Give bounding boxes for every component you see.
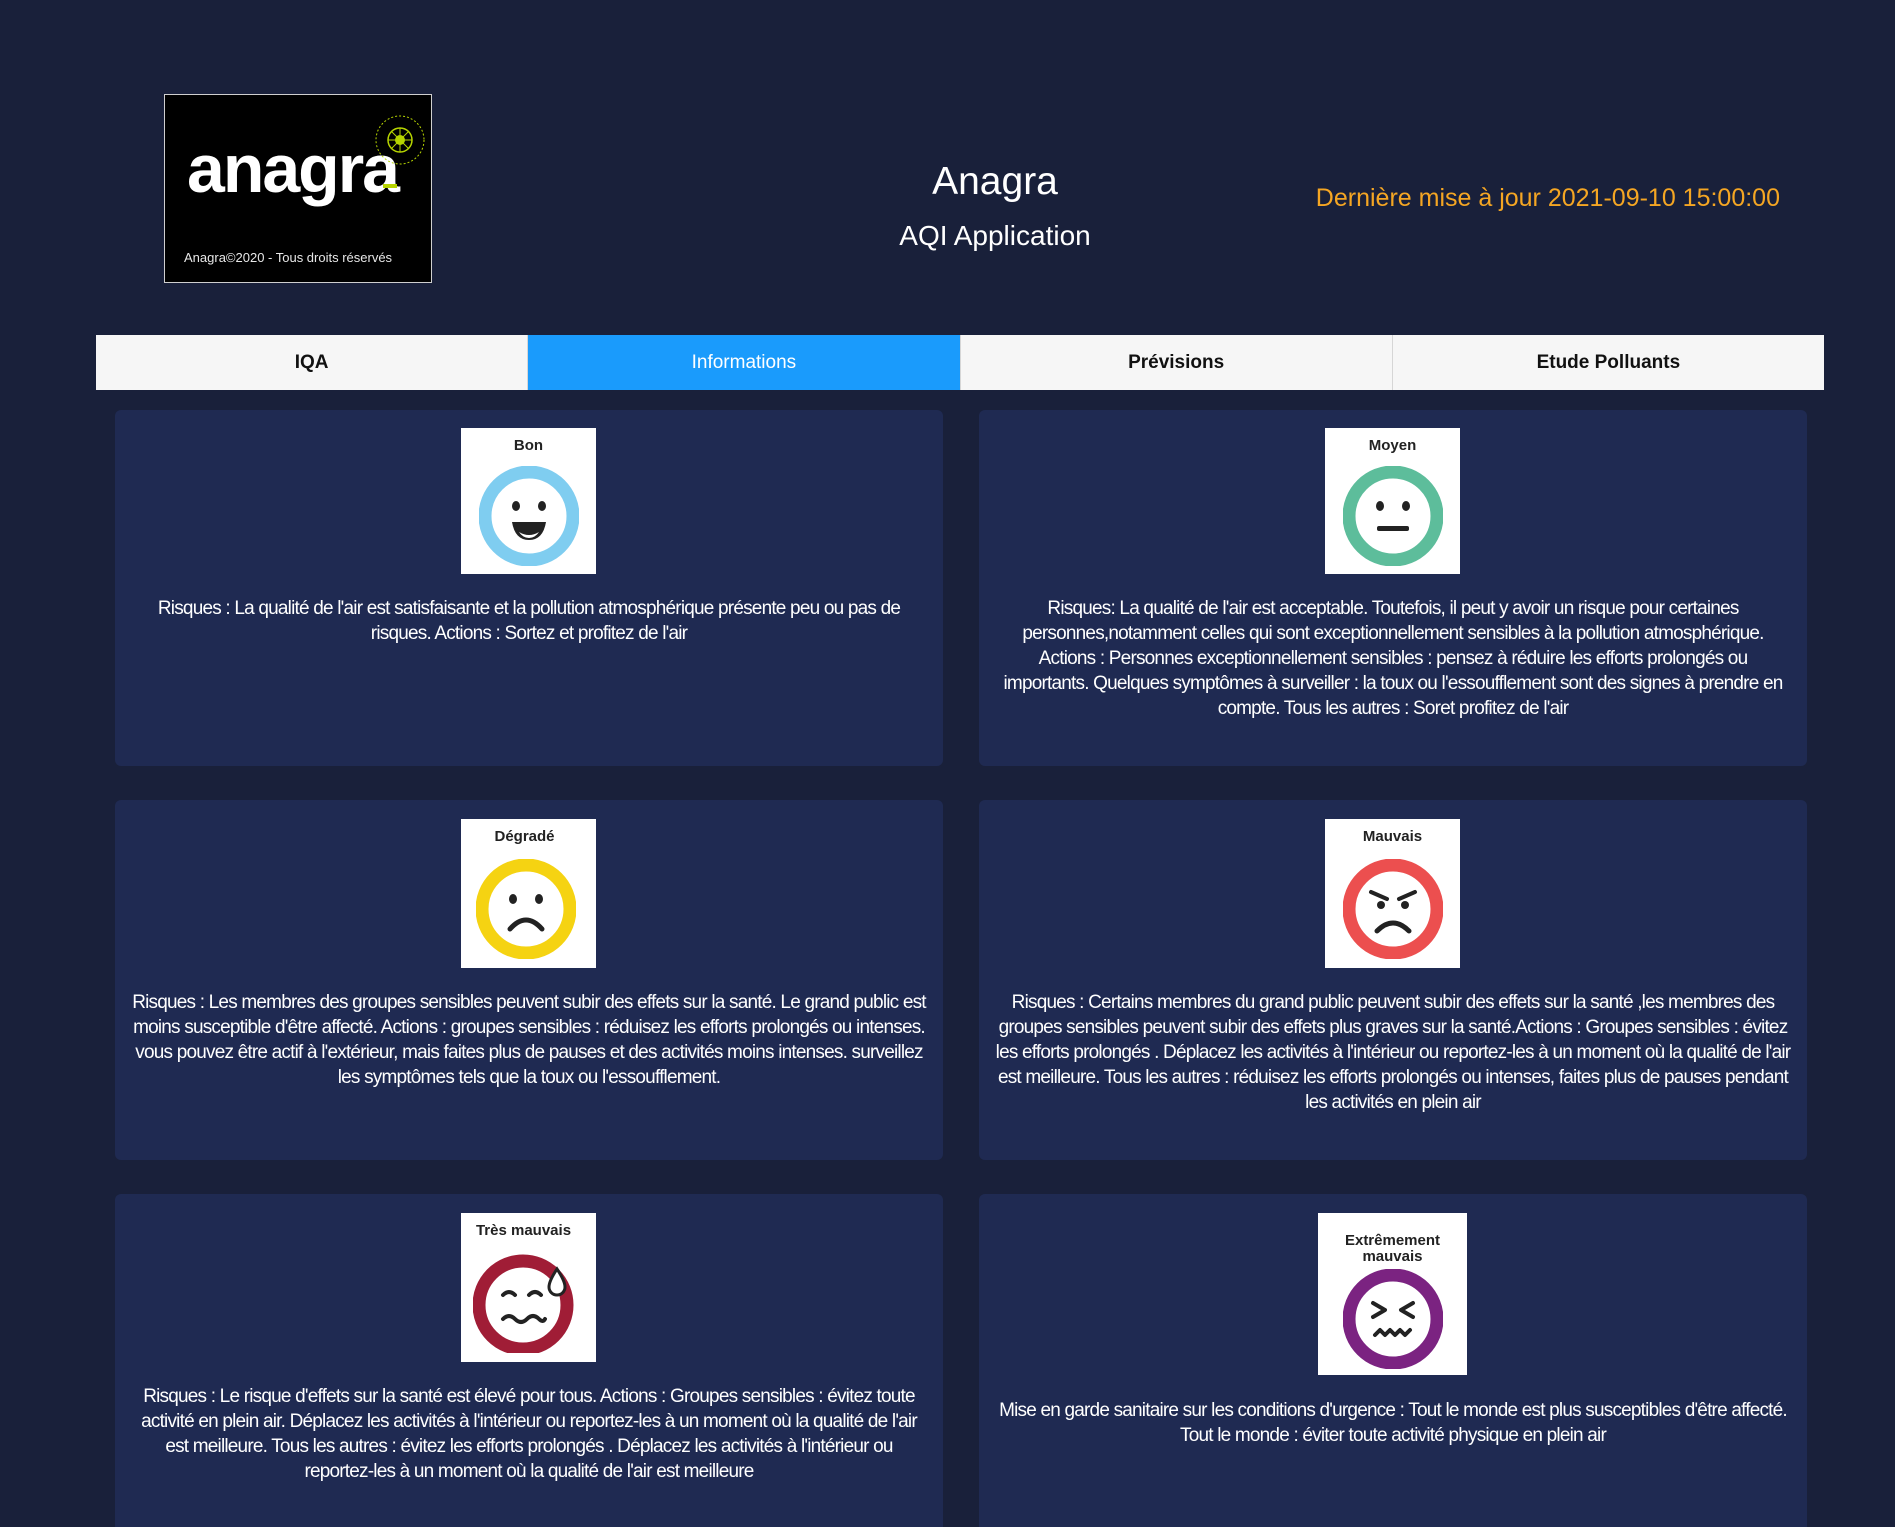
aqi-card-degrade: Dégradé Risques : Les membres des groupe… — [115, 800, 943, 1160]
tab-iqa[interactable]: IQA — [96, 335, 529, 390]
aqi-level-label: Extrêmement mauvais — [1344, 1232, 1441, 1265]
aqi-card-bon: Bon Risques : La qualité de l'air est sa… — [115, 410, 943, 766]
aqi-icon-extremement-mauvais: Extrêmement mauvais — [1318, 1213, 1467, 1375]
aqi-icon-moyen: Moyen — [1325, 428, 1460, 574]
app-header: anagra Anagra©2020 - Tous droits réservé… — [0, 0, 1895, 330]
frowning-face-icon — [475, 859, 576, 959]
logo-copyright: Anagra©2020 - Tous droits réservés — [184, 250, 393, 265]
logo-accent-dash — [383, 184, 397, 188]
aqi-card-tres-mauvais: Très mauvais Risques : Le risque d'effet… — [115, 1194, 943, 1527]
aqi-icon-mauvais: Mauvais — [1325, 819, 1460, 968]
tab-informations[interactable]: Informations — [528, 335, 961, 390]
aqi-level-label: Très mauvais — [475, 1222, 572, 1239]
aqi-level-label: Bon — [513, 437, 544, 454]
dizzy-face-icon — [1342, 1269, 1443, 1369]
aqi-card-text: Risques : Les membres des groupes sensib… — [132, 992, 926, 1088]
sweating-face-icon — [472, 1254, 573, 1353]
aqi-card-text: Risques : Le risque d'effets sur la sant… — [141, 1386, 918, 1482]
main-tabs: IQA Informations Prévisions Etude Pollua… — [96, 335, 1824, 390]
last-update: Dernière mise à jour 2021-09-10 15:00:00 — [1300, 184, 1780, 213]
aqi-icon-degrade: Dégradé — [461, 819, 596, 968]
connexion-seal-icon — [375, 115, 425, 165]
tab-previsions[interactable]: Prévisions — [960, 335, 1393, 390]
aqi-level-label: Mauvais — [1362, 828, 1423, 845]
last-update-value: 2021-09-10 15:00:00 — [1547, 184, 1780, 212]
aqi-level-label: Dégradé — [494, 828, 555, 845]
aqi-card-text: Risques : Certains membres du grand publ… — [995, 992, 1791, 1113]
aqi-card-text: Mise en garde sanitaire sur les conditio… — [999, 1400, 1788, 1446]
aqi-card-extremement-mauvais: Extrêmement mauvais Mise en garde sanita… — [979, 1194, 1807, 1527]
aqi-level-label: Moyen — [1368, 437, 1417, 454]
aqi-card-mauvais: Mauvais Risques : Certains membres du gr… — [979, 800, 1807, 1160]
app-subtitle: AQI Application — [899, 220, 1091, 251]
logo-wordmark: anagra — [187, 131, 400, 207]
aqi-card-text: Risques : La qualité de l'air est satisf… — [157, 598, 901, 644]
aqi-card-moyen: Moyen Risques: La qualité de l'air est a… — [979, 410, 1807, 766]
neutral-face-icon — [1342, 466, 1443, 566]
aqi-icon-tres-mauvais: Très mauvais — [461, 1213, 596, 1362]
angry-face-icon — [1342, 859, 1443, 959]
aqi-icon-bon: Bon — [461, 428, 596, 574]
app-title: Anagra — [932, 160, 1058, 203]
tab-etude-polluants[interactable]: Etude Polluants — [1392, 335, 1824, 390]
anagra-logo: anagra Anagra©2020 - Tous droits réservé… — [164, 94, 432, 283]
last-update-label: Dernière mise à jour — [1315, 184, 1541, 212]
smiling-face-icon — [478, 466, 579, 566]
aqi-card-text: Risques: La qualité de l'air est accepta… — [1003, 598, 1784, 719]
